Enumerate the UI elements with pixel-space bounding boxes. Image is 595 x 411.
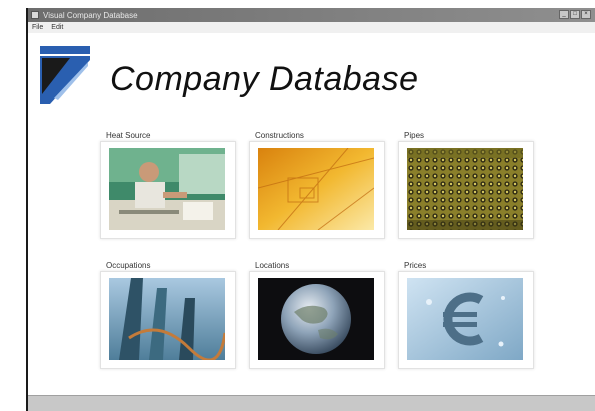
close-button[interactable]: × xyxy=(581,10,591,19)
minimize-button[interactable]: _ xyxy=(559,10,569,19)
menu-file[interactable]: File xyxy=(32,24,43,31)
pipes-photo-icon[interactable] xyxy=(407,148,523,230)
menu-edit[interactable]: Edit xyxy=(51,24,63,31)
tile-pipes[interactable]: Pipes xyxy=(398,131,534,239)
tile-occupations[interactable]: Occupations xyxy=(100,261,236,369)
maximize-button[interactable]: □ xyxy=(570,10,580,19)
tile-prices[interactable]: Prices xyxy=(398,261,534,369)
menu-bar: File Edit xyxy=(28,22,595,33)
tile-label: Prices xyxy=(404,261,427,270)
page-title: Company Database xyxy=(110,60,419,98)
status-bar xyxy=(28,395,595,411)
window-controls: _ □ × xyxy=(559,10,591,19)
title-bar[interactable]: Visual Company Database _ □ × xyxy=(28,8,595,22)
tile-heat-source[interactable]: Heat Source xyxy=(100,131,236,239)
app-window: Visual Company Database _ □ × File Edit … xyxy=(26,8,595,411)
tile-label: Constructions xyxy=(255,131,304,140)
app-icon xyxy=(31,11,39,19)
euro-photo-icon[interactable] xyxy=(407,278,523,360)
tile-label: Occupations xyxy=(106,261,151,270)
engineer-photo-icon[interactable] xyxy=(109,148,225,230)
tile-label: Locations xyxy=(255,261,290,270)
city-photo-icon[interactable] xyxy=(109,278,225,360)
tile-label: Pipes xyxy=(404,131,425,140)
window-title: Visual Company Database xyxy=(43,10,138,20)
blueprint-photo-icon[interactable] xyxy=(258,148,374,230)
earth-photo-icon[interactable] xyxy=(258,278,374,360)
company-logo xyxy=(40,46,90,104)
tile-label: Heat Source xyxy=(106,131,151,140)
tile-constructions[interactable]: Constructions xyxy=(249,131,385,239)
tile-locations[interactable]: Locations xyxy=(249,261,385,369)
